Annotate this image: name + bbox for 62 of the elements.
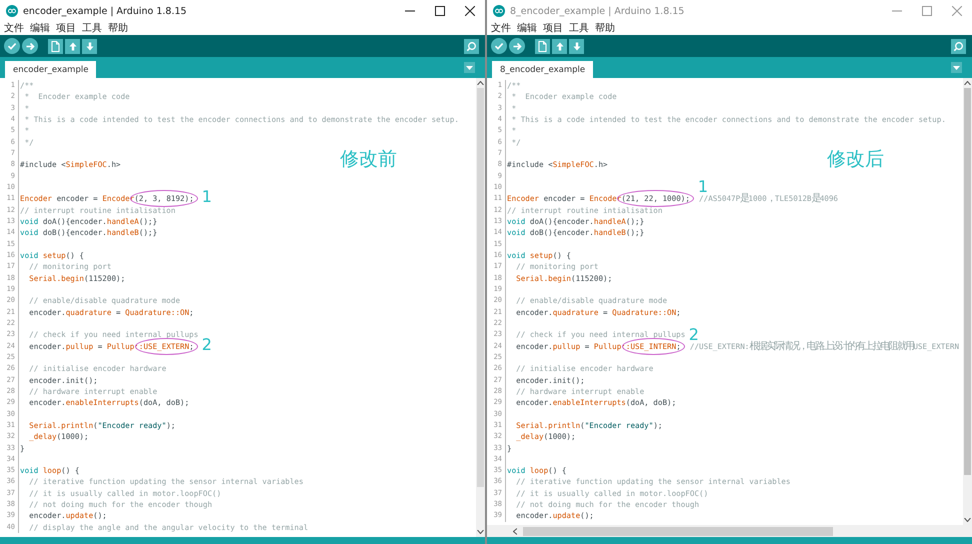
menu-item[interactable]: 工具 — [569, 22, 589, 34]
verify-button[interactable] — [491, 38, 507, 54]
document-icon — [51, 40, 60, 52]
menu-item[interactable]: 编辑 — [30, 22, 50, 34]
menu-item[interactable]: 文件 — [4, 22, 24, 34]
upload-button[interactable] — [509, 38, 525, 54]
vertical-scrollbar[interactable] — [476, 78, 485, 537]
maximize-icon — [435, 6, 445, 16]
menu-item[interactable]: 项目 — [543, 22, 563, 34]
arrow-up-icon — [68, 42, 76, 50]
caret-down-icon — [466, 66, 473, 70]
save-button[interactable] — [569, 38, 584, 54]
arrow-right-icon — [26, 42, 34, 50]
menu-item[interactable]: 文件 — [491, 22, 511, 34]
scroll-up-icon — [477, 81, 484, 85]
open-button[interactable] — [552, 38, 567, 54]
close-icon — [952, 6, 962, 16]
minimize-icon — [405, 10, 415, 12]
arrow-right-icon — [512, 42, 522, 50]
scroll-up-icon — [964, 81, 971, 85]
search-button[interactable] — [464, 38, 479, 54]
window-title: encoder_example | Arduino 1.8.15 — [23, 6, 187, 16]
arrow-down-icon — [86, 42, 94, 50]
scroll-down-icon — [964, 518, 971, 522]
annotation-number: 2 — [688, 326, 699, 344]
scroll-down-icon — [477, 530, 484, 534]
check-icon — [494, 42, 504, 50]
menu-item[interactable]: 编辑 — [517, 22, 537, 34]
minimize-icon — [892, 10, 902, 12]
arrow-up-icon — [556, 42, 564, 50]
annotation-number: 1 — [202, 188, 212, 206]
annotation-number: 1 — [698, 178, 708, 196]
menu-item[interactable]: 帮助 — [595, 22, 615, 34]
app-logo-icon — [493, 5, 505, 17]
check-icon — [7, 42, 17, 50]
search-button[interactable] — [951, 38, 966, 54]
app-logo-icon — [6, 5, 18, 17]
arrow-down-icon — [572, 42, 580, 50]
horizontal-scrollbar[interactable] — [487, 525, 972, 537]
menu-item[interactable]: 工具 — [82, 22, 102, 34]
maximize-icon — [922, 6, 932, 16]
file-tab[interactable]: encoder_example — [5, 61, 96, 78]
menu-item[interactable]: 帮助 — [108, 22, 128, 34]
new-file-button[interactable] — [535, 38, 550, 54]
vertical-scrollbar[interactable] — [963, 78, 972, 525]
annotation-label: 修改前 — [340, 147, 397, 172]
file-tab[interactable]: 8_encoder_example — [492, 61, 594, 78]
annotation-label: 修改后 — [827, 147, 884, 172]
window-title: 8_encoder_example | Arduino 1.8.15 — [510, 6, 684, 16]
close-icon — [465, 6, 475, 16]
annotation-number: 2 — [202, 336, 212, 354]
verify-button[interactable] — [4, 38, 20, 54]
scroll-left-icon — [513, 528, 517, 534]
save-button[interactable] — [82, 38, 97, 54]
caret-down-icon — [953, 66, 960, 70]
open-button[interactable] — [65, 38, 80, 54]
search-icon — [466, 40, 477, 52]
search-icon — [953, 40, 964, 52]
upload-button[interactable] — [22, 38, 38, 54]
document-icon — [538, 40, 547, 52]
new-file-button[interactable] — [48, 38, 63, 54]
menu-item[interactable]: 项目 — [56, 22, 76, 34]
